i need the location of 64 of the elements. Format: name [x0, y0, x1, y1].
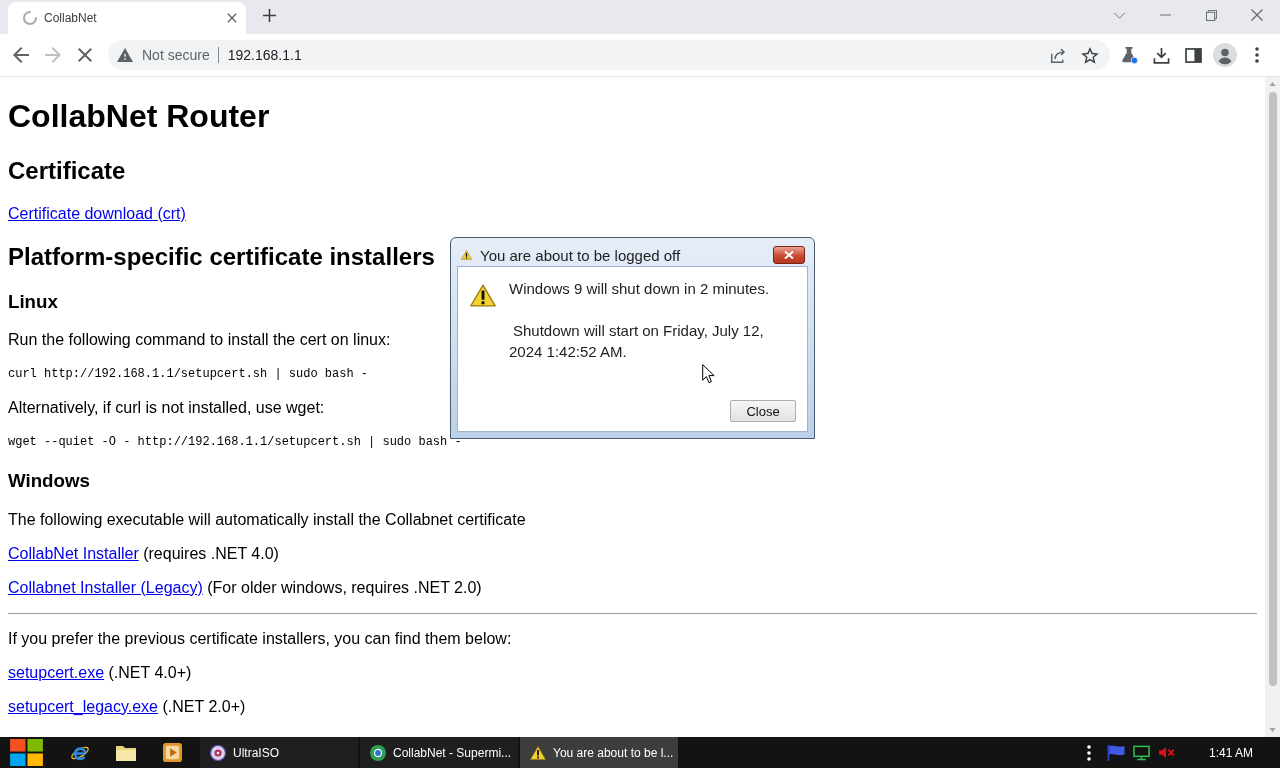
side-panel-icon[interactable]: [1184, 47, 1202, 63]
back-icon[interactable]: [13, 47, 29, 63]
taskbar-clock[interactable]: 1:41 AM: [1208, 745, 1253, 760]
taskbar-button[interactable]: CollabNet - Supermi...: [360, 737, 518, 768]
taskbar-button[interactable]: You are about to be l...: [520, 737, 678, 768]
download-link[interactable]: setupcert_legacy.exe: [8, 697, 158, 715]
window-close-button[interactable]: [773, 246, 805, 264]
download-link[interactable]: Collabnet Installer (Legacy): [8, 578, 203, 596]
avatar-icon[interactable]: [1213, 43, 1237, 67]
start-logo-icon[interactable]: [10, 739, 43, 766]
more-icon[interactable]: [1086, 744, 1091, 761]
link-note: (.NET 4.0+): [108, 663, 192, 681]
link-note: (For older windows, requires .NET 2.0): [207, 578, 482, 596]
paragraph-text: If you prefer the previous certificate installers, you can find them below:: [8, 629, 512, 648]
paragraph-text: The following executable will automatically install the Collabnet certificate: [8, 510, 526, 529]
mouse-pointer-icon: [702, 364, 715, 384]
url-text: 192.168.1.1: [227, 47, 302, 63]
menu-icon[interactable]: [1255, 47, 1259, 63]
share-icon[interactable]: [1050, 46, 1067, 64]
warning-icon: [470, 284, 496, 307]
scrollbar-thumb[interactable]: [1268, 92, 1277, 686]
close-icon: [784, 251, 794, 259]
security-chip[interactable]: Not secure: [117, 47, 210, 63]
circle-logo-icon: [370, 744, 386, 761]
subsection-heading: Windows: [8, 470, 90, 493]
subsection-heading: Linux: [8, 290, 58, 313]
spinner-icon: [23, 11, 37, 25]
download-link[interactable]: CollabNet Installer: [8, 544, 139, 562]
restore-icon[interactable]: [1205, 9, 1217, 21]
dialog-message: Windows 9 will shut down in 2 minutes.: [509, 279, 770, 299]
flask-icon[interactable]: [1120, 46, 1138, 64]
command-text: wget --quiet -O - http://192.168.1.1/setupcert.sh | sudo bash -: [8, 434, 462, 452]
dialog-message: Shutdown will start on Friday, July 12, 2024 1:42:52 AM.: [509, 321, 765, 362]
paragraph-text: Alternatively, if curl is not installed, use wget:: [8, 399, 325, 418]
section-heading: Platform-specific certificate installers: [8, 242, 435, 271]
close-icon[interactable]: [1251, 9, 1263, 21]
scrollbar[interactable]: [1265, 77, 1280, 737]
download-icon[interactable]: [1152, 46, 1170, 64]
plus-icon[interactable]: [263, 9, 276, 22]
download-link[interactable]: setupcert.exe: [8, 663, 105, 681]
stop-icon[interactable]: [78, 48, 92, 62]
paragraph-text: Run the following command to install the cert on linux:: [8, 331, 391, 350]
section-heading: Certificate: [8, 156, 126, 185]
taskbar-button[interactable]: UltraISO: [200, 737, 358, 768]
warning-icon: [530, 745, 546, 760]
warning-icon: [117, 48, 133, 62]
monitor-icon[interactable]: [1132, 744, 1150, 761]
command-text: curl http://192.168.1.1/setupcert.sh | sudo bash -: [8, 366, 369, 384]
media-player-icon[interactable]: [162, 743, 182, 762]
browser-tab[interactable]: CollabNet: [8, 2, 246, 34]
speaker-muted-icon[interactable]: [1157, 746, 1175, 759]
flag-icon[interactable]: [1106, 744, 1125, 761]
download-link[interactable]: Certificate download (crt): [8, 204, 186, 222]
close-icon[interactable]: [227, 13, 237, 23]
address-bar[interactable]: Not secure 192.168.1.1: [108, 40, 1110, 70]
warning-icon: [461, 250, 472, 260]
dialog-title: You are about to be logged off: [480, 246, 681, 264]
close-button[interactable]: Close: [730, 400, 796, 422]
link-note: (requires .NET 4.0): [143, 544, 279, 562]
disc-icon: [210, 744, 226, 761]
folder-icon[interactable]: [116, 744, 136, 761]
star-icon[interactable]: [1081, 46, 1099, 64]
link-note: (.NET 2.0+): [162, 697, 246, 715]
page-title: CollabNet Router: [8, 98, 270, 136]
